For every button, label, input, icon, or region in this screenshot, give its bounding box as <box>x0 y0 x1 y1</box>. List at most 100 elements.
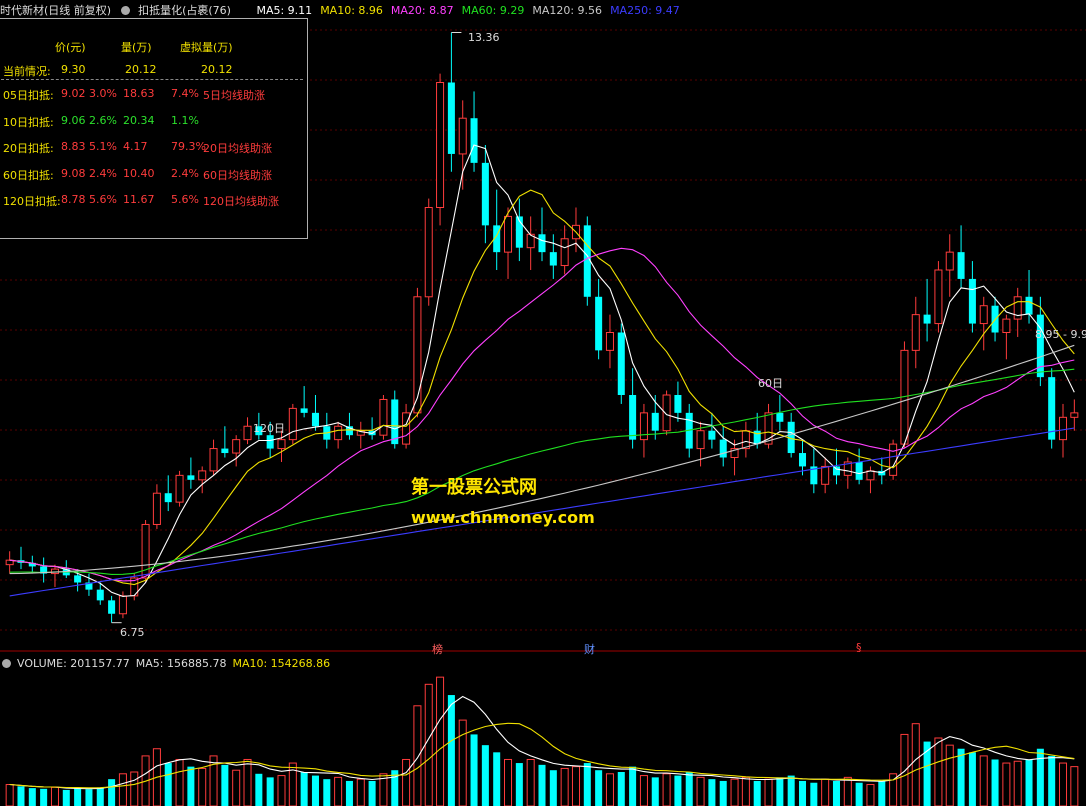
candle-body[interactable] <box>560 238 569 267</box>
candle-body[interactable] <box>708 430 716 440</box>
candle-body[interactable] <box>470 118 478 163</box>
volume-bar[interactable] <box>96 787 104 806</box>
volume-bar[interactable] <box>855 782 863 806</box>
volume-bar[interactable] <box>968 752 976 806</box>
candle-body[interactable] <box>232 439 241 454</box>
volume-bar[interactable] <box>62 789 70 806</box>
volume-bar[interactable] <box>696 776 705 806</box>
volume-bar[interactable] <box>741 776 750 806</box>
volume-bar[interactable] <box>787 775 795 806</box>
indicator-dropdown-icon[interactable] <box>121 6 131 15</box>
candle-body[interactable] <box>175 474 184 503</box>
volume-bar[interactable] <box>674 775 682 806</box>
volume-bar[interactable] <box>515 763 523 806</box>
volume-bar[interactable] <box>1013 760 1022 806</box>
volume-bar[interactable] <box>447 695 455 806</box>
volume-bar[interactable] <box>1048 755 1056 806</box>
volume-bar[interactable] <box>277 775 286 806</box>
volume-bar[interactable] <box>130 771 139 806</box>
volume-bar[interactable] <box>232 769 241 806</box>
volume-bar[interactable] <box>85 789 93 806</box>
candle-body[interactable] <box>776 412 784 422</box>
candle-body[interactable] <box>798 453 807 467</box>
volume-bar[interactable] <box>900 733 909 806</box>
volume-bar[interactable] <box>300 772 308 806</box>
volume-bar[interactable] <box>685 772 693 806</box>
candle-body[interactable] <box>979 305 988 325</box>
volume-bar[interactable] <box>266 777 274 806</box>
volume-bar[interactable] <box>583 763 591 806</box>
candle-body[interactable] <box>198 470 207 481</box>
volume-bar[interactable] <box>1025 759 1033 806</box>
volume-bar[interactable] <box>776 777 784 806</box>
volume-bar[interactable] <box>719 780 727 806</box>
candle-body[interactable] <box>152 492 161 525</box>
volume-bar[interactable] <box>40 788 48 806</box>
candle-body[interactable] <box>379 398 388 436</box>
candle-body[interactable] <box>538 234 546 253</box>
candle-body[interactable] <box>436 82 445 208</box>
candle-body[interactable] <box>832 466 840 476</box>
candle-body[interactable] <box>209 448 218 472</box>
candle-body[interactable] <box>74 575 82 583</box>
candle-body[interactable] <box>662 394 671 432</box>
volume-bar[interactable] <box>402 758 411 806</box>
volume-bar[interactable] <box>74 788 82 806</box>
volume-bar[interactable] <box>323 779 331 806</box>
candle-body[interactable] <box>311 412 319 427</box>
candle-body[interactable] <box>243 425 252 441</box>
candle-body[interactable] <box>629 395 637 440</box>
volume-bar[interactable] <box>560 767 569 806</box>
volume-bar[interactable] <box>810 782 818 806</box>
volume-bar[interactable] <box>526 758 535 806</box>
candle-body[interactable] <box>719 439 727 458</box>
volume-bar[interactable] <box>832 780 840 806</box>
volume-bar[interactable] <box>368 780 376 806</box>
volume-bar[interactable] <box>821 778 830 806</box>
candle-body[interactable] <box>1070 412 1079 418</box>
volume-bar[interactable] <box>1036 748 1044 806</box>
volume-bar[interactable] <box>957 748 965 806</box>
candle-body[interactable] <box>300 408 308 413</box>
candle-body[interactable] <box>674 395 682 413</box>
volume-bar[interactable] <box>979 755 988 806</box>
volume-bar[interactable] <box>708 779 716 806</box>
volume-bar[interactable] <box>843 776 852 806</box>
volume-bar[interactable] <box>5 784 14 806</box>
candle-body[interactable] <box>651 412 659 431</box>
volume-bar[interactable] <box>538 764 546 806</box>
volume-chart[interactable] <box>0 666 1086 806</box>
volume-bar[interactable] <box>629 766 637 806</box>
candle-body[interactable] <box>1002 318 1011 334</box>
candle-body[interactable] <box>605 332 614 351</box>
event-marker-1[interactable]: 榜 <box>432 641 443 657</box>
candle-body[interactable] <box>923 314 931 324</box>
volume-bar[interactable] <box>617 772 625 806</box>
candle-body[interactable] <box>617 332 625 396</box>
candle-body[interactable] <box>266 435 274 449</box>
volume-bar[interactable] <box>764 778 773 806</box>
volume-bar[interactable] <box>911 723 920 806</box>
candle-body[interactable] <box>945 251 954 271</box>
volume-bar[interactable] <box>17 786 25 806</box>
candle-body[interactable] <box>458 117 467 155</box>
volume-bar[interactable] <box>493 752 501 806</box>
candle-body[interactable] <box>504 215 513 253</box>
volume-bar[interactable] <box>175 758 184 806</box>
candle-body[interactable] <box>821 465 830 485</box>
volume-bar[interactable] <box>198 767 207 806</box>
stock-name[interactable]: 时代新材(日线 前复权) <box>0 4 111 17</box>
event-marker-3[interactable]: § <box>856 641 862 654</box>
volume-bar[interactable] <box>458 719 467 806</box>
candle-body[interactable] <box>549 252 557 266</box>
candle-body[interactable] <box>855 461 863 480</box>
candle-body[interactable] <box>866 470 875 481</box>
candle-body[interactable] <box>424 207 433 298</box>
volume-bar[interactable] <box>50 786 59 806</box>
volume-bar[interactable] <box>345 780 353 806</box>
volume-bar[interactable] <box>470 734 478 806</box>
volume-bar[interactable] <box>945 744 954 806</box>
candle-body[interactable] <box>889 443 898 476</box>
volume-bar[interactable] <box>1070 766 1079 806</box>
volume-bar[interactable] <box>164 763 172 806</box>
